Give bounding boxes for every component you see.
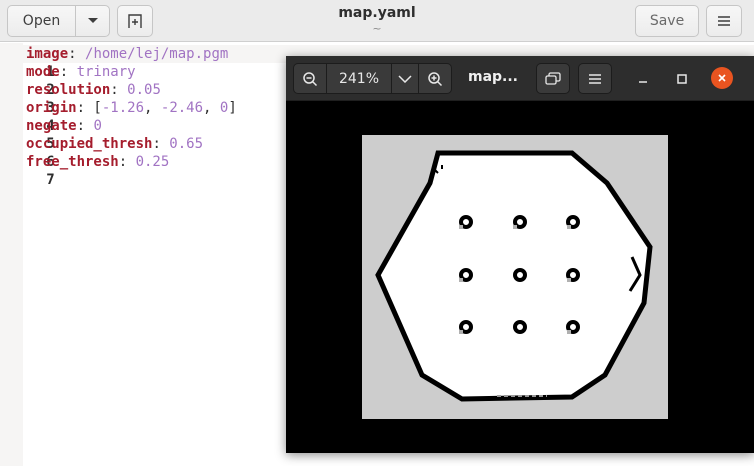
- close-icon: [718, 74, 726, 82]
- zoom-level-dropdown[interactable]: [391, 63, 419, 94]
- minimize-button[interactable]: [634, 70, 652, 88]
- new-tab-button[interactable]: [117, 5, 153, 37]
- yaml-key: occupied_thresh: [26, 136, 153, 152]
- gedit-headerbar: Open map.yaml ~ Save: [0, 0, 754, 42]
- code-line: 1 image: /home/lej/map.pgm: [26, 46, 229, 80]
- code-line: 3 resolution: 0.05: [26, 82, 161, 116]
- slideshow-button[interactable]: [536, 63, 570, 94]
- open-recent-dropdown[interactable]: [76, 6, 109, 36]
- yaml-value: -2.46: [160, 100, 204, 116]
- slideshow-icon: [545, 71, 561, 85]
- yaml-key: mode: [26, 64, 60, 80]
- image-title: map...: [467, 69, 518, 85]
- code-line: 7 free_thresh: 0.25: [26, 154, 170, 188]
- yaml-value: 0.25: [135, 154, 170, 170]
- new-tab-icon: [128, 14, 142, 28]
- yaml-value: 0: [93, 118, 102, 134]
- zoom-in-button[interactable]: [418, 63, 452, 94]
- chevron-down-icon: [87, 18, 98, 23]
- zoom-level-display[interactable]: 241%: [326, 63, 392, 94]
- code-line: 2 mode: trinary: [26, 64, 136, 98]
- yaml-value: trinary: [76, 64, 136, 80]
- zoom-in-icon: [428, 71, 443, 86]
- yaml-key: origin: [26, 100, 77, 116]
- yaml-value: -1.26: [101, 100, 145, 116]
- image-viewer-window: 241% map...: [286, 56, 754, 453]
- open-button[interactable]: Open: [8, 6, 76, 36]
- maximize-button[interactable]: [673, 70, 691, 88]
- main-menu-button[interactable]: [706, 5, 742, 37]
- yaml-value: 0.05: [127, 82, 161, 98]
- yaml-key: negate: [26, 118, 77, 134]
- code-line: 4 origin: [-1.26, -2.46, 0]: [26, 100, 237, 134]
- document-title: map.yaml: [338, 5, 416, 21]
- close-button[interactable]: [711, 67, 733, 89]
- hamburger-menu-icon: [589, 73, 601, 84]
- code-line: 5 negate: 0: [26, 118, 102, 152]
- yaml-key: resolution: [26, 82, 111, 98]
- yaml-key: free_thresh: [26, 154, 119, 170]
- viewer-menu-button[interactable]: [578, 63, 612, 94]
- open-button-group: Open: [7, 5, 110, 37]
- yaml-key: image: [26, 46, 69, 62]
- zoom-out-icon: [303, 71, 318, 86]
- chevron-down-icon: [398, 74, 412, 83]
- document-path: ~: [372, 22, 382, 35]
- line-number: 7: [46, 172, 55, 188]
- maximize-icon: [677, 74, 687, 84]
- zoom-out-button[interactable]: [293, 63, 327, 94]
- save-button[interactable]: Save: [635, 5, 699, 37]
- image-viewer-headerbar: 241% map...: [286, 56, 754, 101]
- yaml-value: /home/lej/map.pgm: [85, 46, 229, 62]
- occupancy-map-image: [362, 135, 668, 419]
- minimize-icon: [639, 81, 647, 83]
- hamburger-menu-icon: [718, 16, 730, 26]
- image-canvas[interactable]: [286, 102, 754, 453]
- code-line: 6 occupied_thresh: 0.65: [26, 136, 204, 170]
- yaml-value: 0.65: [169, 136, 204, 152]
